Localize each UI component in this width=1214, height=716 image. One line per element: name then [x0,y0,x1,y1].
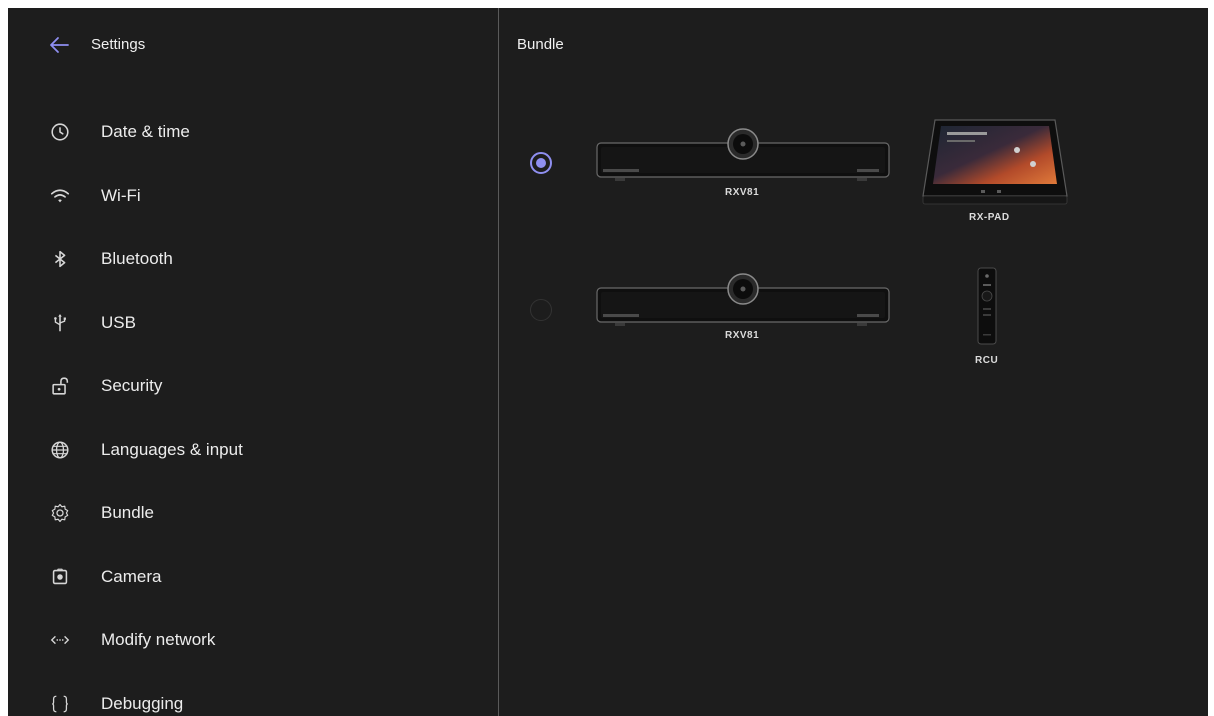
sidebar-item-label: Bundle [101,503,154,522]
device-label-rxv81: RXV81 [725,187,760,198]
sidebar-item-languages[interactable]: Languages & input [8,418,498,482]
back-button[interactable] [44,30,74,60]
globe-icon [48,438,72,462]
settings-sidebar: Settings Date & time Wi-Fi Bluetooth USB… [8,8,498,716]
page-title: Bundle [517,36,564,53]
rxv81-video-bar-image [595,123,895,183]
bundle-panel: Bundle RXV81 RX-PAD RXV81 RCU [499,8,1208,716]
rx-pad-tablet-image [921,114,1069,206]
sidebar-item-date-time[interactable]: Date & time [8,100,498,164]
sidebar-item-label: Bluetooth [101,249,173,268]
sidebar-title: Settings [91,36,146,53]
settings-menu: Date & time Wi-Fi Bluetooth USB Security… [8,100,498,716]
sidebar-item-camera[interactable]: Camera [8,545,498,609]
bundle-radio-unselected[interactable] [530,299,552,321]
bundle-option-rxv81-rcu[interactable]: RXV81 RCU [499,248,1208,378]
bluetooth-icon [48,247,72,271]
rxv81-video-bar-image [595,268,895,328]
braces-icon [48,692,72,716]
device-label-rx-pad: RX-PAD [969,212,1010,223]
sidebar-header: Settings [8,8,498,80]
network-arrows-icon [48,628,72,652]
wifi-icon [48,184,72,208]
device-label-rxv81: RXV81 [725,330,760,341]
sidebar-item-wifi[interactable]: Wi-Fi [8,164,498,228]
sidebar-item-modify-network[interactable]: Modify network [8,608,498,672]
sidebar-item-label: Wi-Fi [101,185,141,205]
clock-icon [48,120,72,144]
sidebar-item-label: USB [101,312,136,332]
bundle-option-rxv81-rxpad[interactable]: RXV81 RX-PAD [499,108,1208,238]
sidebar-item-label: Modify network [101,630,216,649]
sidebar-item-label: Camera [101,566,162,586]
rcu-remote-image [975,266,999,346]
sidebar-item-bundle[interactable]: Bundle [8,481,498,545]
unlock-icon [48,374,72,398]
settings-screen: Settings Date & time Wi-Fi Bluetooth USB… [8,8,1208,716]
usb-icon [48,311,72,335]
device-label-rcu: RCU [975,355,999,366]
sidebar-item-bluetooth[interactable]: Bluetooth [8,227,498,291]
sidebar-item-label: Languages & input [101,439,243,459]
sidebar-item-label: Security [101,376,163,395]
gear-icon [48,501,72,525]
sidebar-item-security[interactable]: Security [8,354,498,418]
sidebar-item-usb[interactable]: USB [8,291,498,355]
arrow-left-icon [50,37,69,53]
sidebar-item-label: Date & time [101,122,190,141]
camera-icon [48,565,72,589]
sidebar-item-debugging[interactable]: Debugging [8,672,498,716]
sidebar-item-label: Debugging [101,693,184,713]
bundle-radio-selected[interactable] [530,152,552,174]
